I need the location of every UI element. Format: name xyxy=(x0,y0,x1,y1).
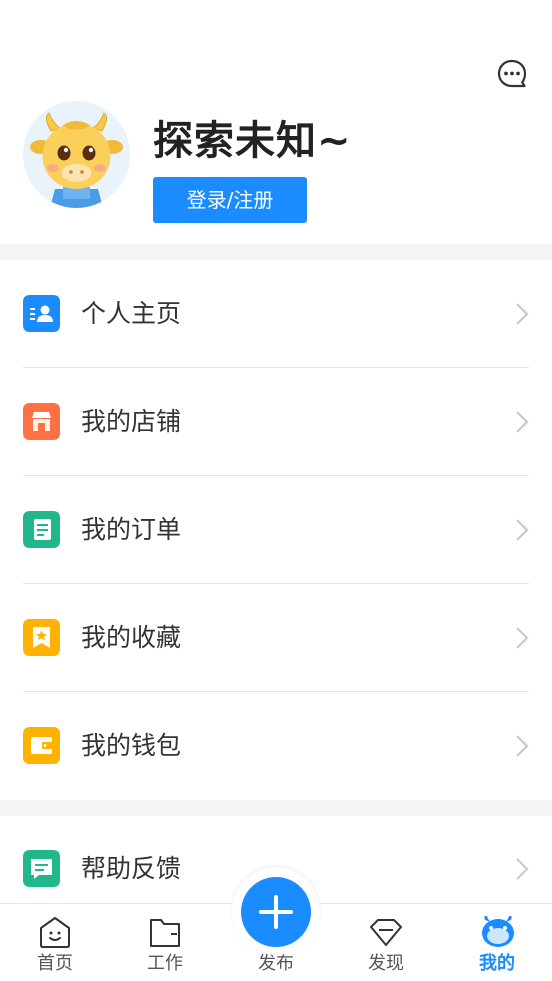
wallet-icon xyxy=(23,727,60,764)
section-divider xyxy=(0,800,552,816)
chevron-right-icon xyxy=(516,303,529,325)
menu-item-label: 个人主页 xyxy=(81,299,182,328)
profile-header: 探索未知~ 登录/注册 xyxy=(0,0,552,244)
tab-mine[interactable]: 我的 xyxy=(442,904,552,981)
tab-label: 我的 xyxy=(479,953,515,974)
diamond-icon xyxy=(370,919,402,946)
menu-item-orders[interactable]: 我的订单 xyxy=(0,476,552,584)
home-icon xyxy=(40,917,70,948)
menu-item-label: 我的订单 xyxy=(81,515,182,544)
tab-label: 工作 xyxy=(147,953,183,974)
menu-item-profile[interactable]: 个人主页 xyxy=(0,260,552,368)
profile-card-icon xyxy=(23,295,60,332)
chevron-right-icon xyxy=(516,519,529,541)
menu-item-wallet[interactable]: 我的钱包 xyxy=(0,692,552,800)
feedback-bubble-icon xyxy=(23,850,60,887)
tab-home[interactable]: 首页 xyxy=(0,904,110,981)
tab-label: 发现 xyxy=(368,953,404,974)
tab-work[interactable]: 工作 xyxy=(110,904,220,981)
tab-label: 发布 xyxy=(258,953,294,974)
chevron-right-icon xyxy=(516,627,529,649)
chevron-right-icon xyxy=(516,411,529,433)
tab-label: 首页 xyxy=(37,953,73,974)
folder-icon xyxy=(150,919,180,947)
order-list-icon xyxy=(23,511,60,548)
plus-icon xyxy=(259,895,293,929)
avatar[interactable] xyxy=(23,101,130,208)
star-bookmark-icon xyxy=(23,619,60,656)
cow-mascot-avatar xyxy=(30,112,123,208)
chevron-right-icon xyxy=(516,858,529,880)
chat-bubble-icon[interactable] xyxy=(496,58,528,90)
login-register-button[interactable]: 登录/注册 xyxy=(153,177,307,223)
tab-discover[interactable]: 发现 xyxy=(331,904,441,981)
nickname: 探索未知~ xyxy=(153,118,352,164)
menu-item-label: 帮助反馈 xyxy=(81,854,182,883)
chevron-right-icon xyxy=(516,735,529,757)
cow-face-icon xyxy=(482,915,514,947)
section-divider xyxy=(0,244,552,260)
menu-group-main: 个人主页 我的店铺 我的订单 我的收藏 我的钱包 xyxy=(0,260,552,800)
publish-button[interactable] xyxy=(241,877,311,947)
shop-icon xyxy=(23,403,60,440)
menu-item-label: 我的店铺 xyxy=(81,407,182,436)
menu-item-label: 我的钱包 xyxy=(81,731,182,760)
menu-item-label: 我的收藏 xyxy=(81,623,182,652)
menu-item-shop[interactable]: 我的店铺 xyxy=(0,368,552,476)
menu-item-favorites[interactable]: 我的收藏 xyxy=(0,584,552,692)
